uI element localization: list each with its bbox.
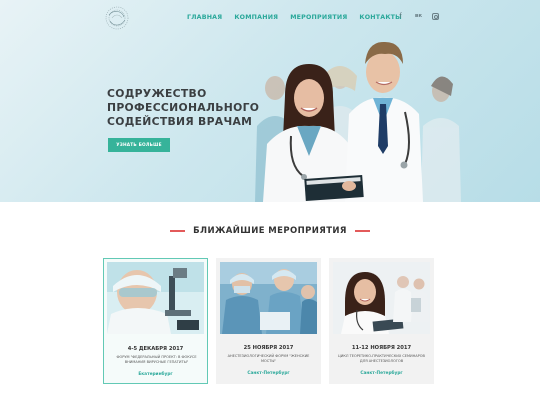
event-city[interactable]: Санкт-Петербург <box>329 371 434 376</box>
event-card[interactable]: 4-5 ДЕКАБРЯ 2017 ФОРУМ "ФЕДЕРАЛЬНЫЙ ПРОЕ… <box>103 258 208 384</box>
event-card[interactable]: 11-12 НОЯБРЯ 2017 ЦИКЛ ТЕОРЕТИКО-ПРАКТИЧ… <box>329 258 434 384</box>
instagram-icon[interactable] <box>432 12 439 20</box>
events-heading: БЛИЖАЙШИЕ МЕРОПРИЯТИЯ <box>0 226 540 236</box>
section-title: БЛИЖАЙШИЕ МЕРОПРИЯТИЯ <box>193 226 347 236</box>
event-date: 4-5 ДЕКАБРЯ 2017 <box>127 346 184 352</box>
nav-item-home[interactable]: ГЛАВНАЯ <box>187 14 222 21</box>
facebook-icon[interactable]: f <box>396 12 405 20</box>
event-image-doctors <box>333 262 430 334</box>
learn-more-button[interactable]: УЗНАТЬ БОЛЬШЕ <box>108 138 170 152</box>
hero-title-line-1: СОДРУЖЕСТВО <box>107 87 207 100</box>
events-list: 4-5 ДЕКАБРЯ 2017 ФОРУМ "ФЕДЕРАЛЬНЫЙ ПРОЕ… <box>103 258 434 384</box>
vk-icon[interactable]: вк <box>414 13 423 19</box>
doctors-photo <box>255 41 461 202</box>
event-date: 25 НОЯБРЯ 2017 <box>243 345 294 351</box>
hero-banner: ГЛАВНАЯ КОМПАНИЯ МЕРОПРИЯТИЯ КОНТАКТЫ f … <box>0 0 540 202</box>
event-city[interactable]: Екатеринбург <box>104 372 207 377</box>
hero-title: СОДРУЖЕСТВО ПРОФЕССИОНАЛЬНОГО СОДЕЙСТВИЯ… <box>107 87 267 128</box>
event-city[interactable]: Санкт-Петербург <box>216 371 321 376</box>
social-links: f вк <box>396 12 439 20</box>
event-description: ЦИКЛ ТЕОРЕТИКО-ПРАКТИЧЕСКИХ СЕМИНАРОВ ДЛ… <box>338 354 425 363</box>
heading-line-right <box>354 230 370 232</box>
nav-item-company[interactable]: КОМПАНИЯ <box>234 14 278 21</box>
logo[interactable] <box>104 5 130 31</box>
event-image-surgery <box>220 262 317 334</box>
event-date: 11-12 НОЯБРЯ 2017 <box>351 345 412 351</box>
hero-title-line-3: СОДЕЙСТВИЯ ВРАЧАМ <box>107 114 253 128</box>
event-card[interactable]: 25 НОЯБРЯ 2017 АНЕСТЕЗИОЛОГИЧЕСКИЙ ФОРУМ… <box>216 258 321 384</box>
event-image-lab <box>107 262 204 334</box>
event-description: ФОРУМ "ФЕДЕРАЛЬНЫЙ ПРОЕКТ: В ФОКУСЕ ВНИМ… <box>116 355 197 364</box>
hero-title-line-2: ПРОФЕССИОНАЛЬНОГО <box>107 100 260 114</box>
event-description: АНЕСТЕЗИОЛОГИЧЕСКИЙ ФОРУМ "ЖЕНСКИЕ МОСТЫ… <box>227 354 310 363</box>
heading-line-left <box>170 230 186 232</box>
main-nav: ГЛАВНАЯ КОМПАНИЯ МЕРОПРИЯТИЯ КОНТАКТЫ <box>187 14 402 21</box>
nav-item-events[interactable]: МЕРОПРИЯТИЯ <box>290 14 347 21</box>
